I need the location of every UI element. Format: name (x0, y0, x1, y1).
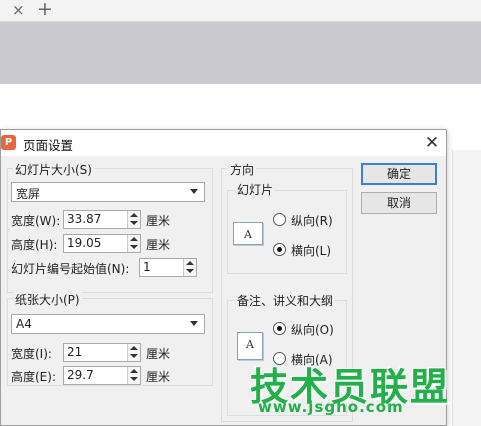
spinner-icon[interactable] (127, 211, 140, 228)
close-icon[interactable]: ✕ (421, 132, 443, 154)
slides-landscape-radio[interactable] (273, 243, 286, 256)
paper-width-unit: 厘米 (146, 347, 171, 361)
slides-orientation-label: 幻灯片 (235, 181, 276, 198)
toolbar-area (0, 22, 481, 84)
spinner-icon[interactable] (127, 235, 140, 252)
slide-height-value: 19.05 (67, 236, 102, 250)
background-panel (452, 150, 481, 426)
close-tab-icon[interactable]: × (12, 1, 25, 19)
spinner-icon[interactable] (183, 259, 196, 276)
cancel-button[interactable]: 取消 (361, 192, 437, 214)
watermark-url: www.jsgho.com (258, 398, 404, 416)
chevron-down-icon (190, 189, 198, 194)
paper-size-label: 纸张大小(P) (13, 291, 82, 308)
paper-width-value: 21 (67, 345, 83, 359)
spinner-icon[interactable] (127, 367, 140, 384)
slides-landscape-label[interactable]: 横向(L) (291, 242, 331, 259)
new-tab-icon[interactable]: + (37, 0, 53, 20)
app-logo-icon: P (1, 135, 16, 150)
page-letter: A (246, 338, 254, 351)
ok-button[interactable]: 确定 (361, 163, 437, 185)
slide-width-value: 33.87 (67, 212, 102, 226)
slide-height-input[interactable]: 19.05 (63, 234, 141, 253)
tab-bar: × + (0, 0, 481, 22)
slide-height-unit: 厘米 (146, 238, 171, 252)
page-letter: A (244, 228, 252, 241)
paper-height-unit: 厘米 (146, 370, 171, 384)
slides-portrait-radio[interactable] (273, 213, 286, 226)
orientation-label: 方向 (228, 161, 257, 178)
notes-portrait-label[interactable]: 纵向(O) (291, 321, 334, 338)
paper-width-input[interactable]: 21 (63, 343, 141, 362)
paper-width-label: 宽度(I): (11, 347, 52, 361)
dialog-title: 页面设置 (23, 138, 74, 153)
paper-height-label: 高度(E): (11, 370, 56, 384)
paper-height-value: 29.7 (67, 368, 94, 382)
slide-number-start-value: 1 (143, 260, 151, 274)
notes-orientation-label: 备注、讲义和大纲 (235, 292, 336, 309)
slide-number-start-input[interactable]: 1 (139, 258, 197, 277)
slide-number-start-label: 幻灯片编号起始值(N): (11, 262, 130, 276)
slide-width-label: 宽度(W): (11, 214, 61, 228)
paper-size-value: A4 (16, 317, 32, 331)
slide-height-label: 高度(H): (11, 238, 58, 252)
notes-portrait-radio[interactable] (273, 322, 286, 335)
landscape-page-icon: A (233, 222, 263, 245)
slide-size-label: 幻灯片大小(S) (13, 161, 94, 178)
slide-size-select[interactable]: 宽屏 (11, 182, 205, 202)
paper-size-select[interactable]: A4 (11, 314, 205, 334)
slides-portrait-label[interactable]: 纵向(R) (291, 212, 333, 229)
slide-width-input[interactable]: 33.87 (63, 210, 141, 229)
chevron-down-icon (190, 321, 198, 326)
paper-height-input[interactable]: 29.7 (63, 366, 141, 385)
dialog-titlebar: P 页面设置 ✕ (1, 130, 446, 156)
slide-width-unit: 厘米 (146, 214, 171, 228)
slide-size-value: 宽屏 (16, 187, 41, 201)
spinner-icon[interactable] (127, 344, 140, 361)
